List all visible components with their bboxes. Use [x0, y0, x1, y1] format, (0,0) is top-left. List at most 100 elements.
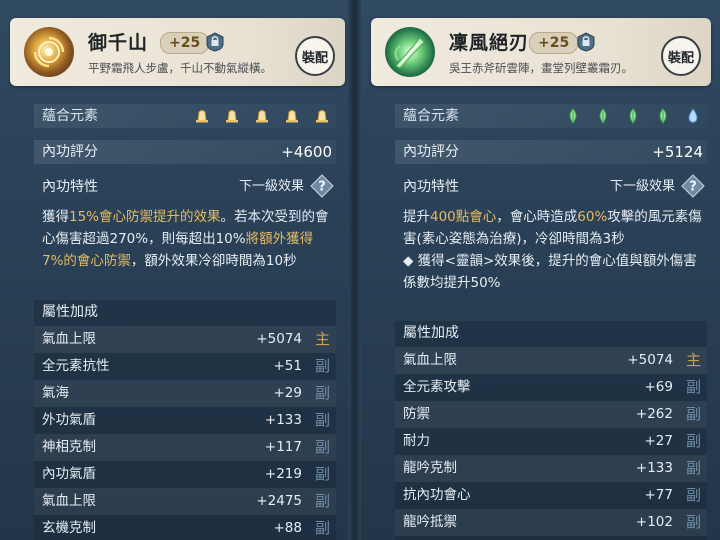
next-level-button[interactable]: 下一級效果 — [239, 175, 304, 199]
gold-bell-gem-icon — [286, 110, 298, 123]
attribute-name: 防禦 — [403, 406, 430, 422]
attribute-name: 氣海 — [42, 385, 69, 401]
attribute-value: +133 — [264, 412, 302, 428]
sub-attribute-tag: 副 — [685, 378, 701, 396]
equip-button[interactable]: 裝配 — [295, 36, 335, 76]
element-label: 蘊合元素 — [403, 108, 459, 124]
attribute-name: 神相克制 — [42, 439, 96, 455]
trait-text-part: 獲得 — [42, 209, 69, 225]
item-name: 凜風絕刃 — [449, 32, 530, 54]
green-leaf-gem-icon — [569, 108, 577, 124]
attribute-title: 屬性加成 — [403, 325, 459, 341]
trait-label: 內功特性 — [403, 179, 459, 195]
attribute-value: +2475 — [256, 493, 302, 509]
next-level-button[interactable]: 下一級效果 — [610, 175, 675, 199]
trait-highlight: 15%會心防禦提升的效果 — [69, 209, 221, 225]
attribute-row: 防禦 +262 副 — [395, 401, 707, 428]
attribute-name: 玄機克制 — [42, 520, 96, 536]
attribute-name: 全元素抗性 — [42, 358, 110, 374]
trait-row: 內功特性 下一級效果 ? — [34, 174, 336, 199]
element-row: 蘊合元素 — [395, 104, 707, 128]
green-leaf-gem-icon — [659, 108, 667, 124]
lock-icon — [206, 32, 224, 52]
green-leaf-gem-icon — [629, 108, 637, 124]
attribute-value: +133 — [635, 460, 673, 476]
attribute-value: +51 — [273, 358, 303, 374]
sub-attribute-tag: 副 — [314, 357, 330, 375]
green-leaf-gem-icon — [599, 108, 607, 124]
sub-attribute-tag: 副 — [685, 432, 701, 450]
attribute-value: +27 — [644, 433, 674, 449]
trait-text-part: 提升 — [403, 209, 430, 225]
svg-text:?: ? — [689, 180, 697, 195]
score-label: 內功評分 — [403, 144, 459, 160]
element-label: 蘊合元素 — [42, 108, 98, 124]
sub-attribute-tag: 副 — [314, 384, 330, 402]
item-description: 吳王赤斧斫雲陣，畫堂列壁叢霜刃。 — [449, 61, 633, 75]
element-gems — [194, 108, 330, 124]
sub-attribute-tag: 副 — [314, 519, 330, 537]
element-gems — [565, 108, 701, 124]
green-blade-item-icon — [385, 27, 435, 77]
attribute-name: 外功氣盾 — [42, 412, 96, 428]
attribute-table[interactable]: 屬性加成 氣血上限 +5074 主 全元素攻擊 +69 副 防禦 +262 副 耐力 +27 副… — [395, 321, 707, 540]
trait-highlight: 400點會心 — [430, 209, 497, 225]
item-header: 凜風絕刃 +25 吳王赤斧斫雲陣，畫堂列壁叢霜刃。 裝配 — [371, 18, 711, 86]
sub-attribute-tag: 副 — [685, 486, 701, 504]
attribute-name: 龍吟抵禦 — [403, 514, 457, 530]
trait-highlight: 60% — [577, 209, 608, 225]
attribute-name: 氣血上限 — [42, 493, 96, 509]
item-description: 平野霜飛人步盧，千山不動氣縱橫。 — [88, 61, 272, 75]
score-row: 內功評分 +5124 — [395, 140, 707, 164]
attribute-value: +219 — [264, 466, 302, 482]
sub-attribute-tag: 副 — [314, 411, 330, 429]
element-row: 蘊合元素 — [34, 104, 336, 128]
trait-text-part: ，額外效果冷卻時間為10秒 — [130, 253, 297, 269]
gold-bell-gem-icon — [196, 110, 208, 123]
attribute-name: 龍吟克制 — [403, 460, 457, 476]
attribute-row: 神相克制 +117 副 — [34, 434, 336, 461]
attribute-name: 耐力 — [403, 433, 430, 449]
attribute-value: +5074 — [256, 331, 302, 347]
score-label: 內功評分 — [42, 144, 98, 160]
sub-attribute-tag: 副 — [314, 438, 330, 456]
level-badge: +25 — [529, 32, 579, 54]
item-panel-left: 御千山 +25 平野霜飛人步盧，千山不動氣縱橫。 裝配 蘊合元素 內功評分 +4… — [0, 0, 348, 540]
score-value: +5124 — [652, 143, 703, 161]
attribute-row: 氣血上限 +5074 主 — [395, 347, 707, 374]
level-badge: +25 — [160, 32, 210, 54]
svg-text:?: ? — [318, 180, 326, 195]
panel-divider — [348, 0, 361, 540]
trait-text-part: ，會心時造成 — [496, 209, 578, 225]
attribute-row: 全元素攻擊 +69 副 — [395, 374, 707, 401]
attribute-list: 氣血上限 +5074 主 全元素攻擊 +69 副 防禦 +262 副 耐力 +27 副 龍吟克制… — [395, 347, 707, 536]
attribute-title: 屬性加成 — [42, 304, 98, 320]
equip-button[interactable]: 裝配 — [661, 36, 701, 76]
help-icon[interactable]: ? — [681, 174, 705, 198]
score-row: 內功評分 +4600 — [34, 140, 336, 164]
attribute-row: 玄機克制 +88 副 — [34, 515, 336, 540]
attribute-table[interactable]: 屬性加成 氣血上限 +5074 主 全元素抗性 +51 副 氣海 +29 副 外功氣盾 +13… — [34, 300, 336, 540]
attribute-value: +88 — [273, 520, 303, 536]
attribute-list: 氣血上限 +5074 主 全元素抗性 +51 副 氣海 +29 副 外功氣盾 +133 副 神相… — [34, 326, 336, 540]
attribute-name: 氣血上限 — [42, 331, 96, 347]
attribute-value: +117 — [264, 439, 302, 455]
item-panel-right: 凜風絕刃 +25 吳王赤斧斫雲陣，畫堂列壁叢霜刃。 裝配 蘊合元素 內功評分 +… — [361, 0, 720, 540]
attribute-row: 外功氣盾 +133 副 — [34, 407, 336, 434]
item-name: 御千山 — [88, 32, 149, 54]
trait-row: 內功特性 下一級效果 ? — [395, 174, 707, 199]
attribute-row: 抗內功會心 +77 副 — [395, 482, 707, 509]
trait-description: 提升400點會心，會心時造成60%攻擊的風元素傷害(素心姿態為治療)，冷卻時間為… — [403, 206, 705, 294]
attribute-value: +77 — [644, 487, 674, 503]
attribute-row: 耐力 +27 副 — [395, 428, 707, 455]
attribute-value: +5074 — [627, 352, 673, 368]
attribute-row: 氣血上限 +2475 副 — [34, 488, 336, 515]
help-icon[interactable]: ? — [310, 174, 334, 198]
attribute-row: 內功氣盾 +219 副 — [34, 461, 336, 488]
attribute-name: 內功氣盾 — [42, 466, 96, 482]
gold-bell-gem-icon — [226, 110, 238, 123]
attribute-name: 氣血上限 — [403, 352, 457, 368]
attribute-value: +262 — [635, 406, 673, 422]
gold-bell-gem-icon — [256, 110, 268, 123]
attribute-row: 龍吟克制 +133 副 — [395, 455, 707, 482]
